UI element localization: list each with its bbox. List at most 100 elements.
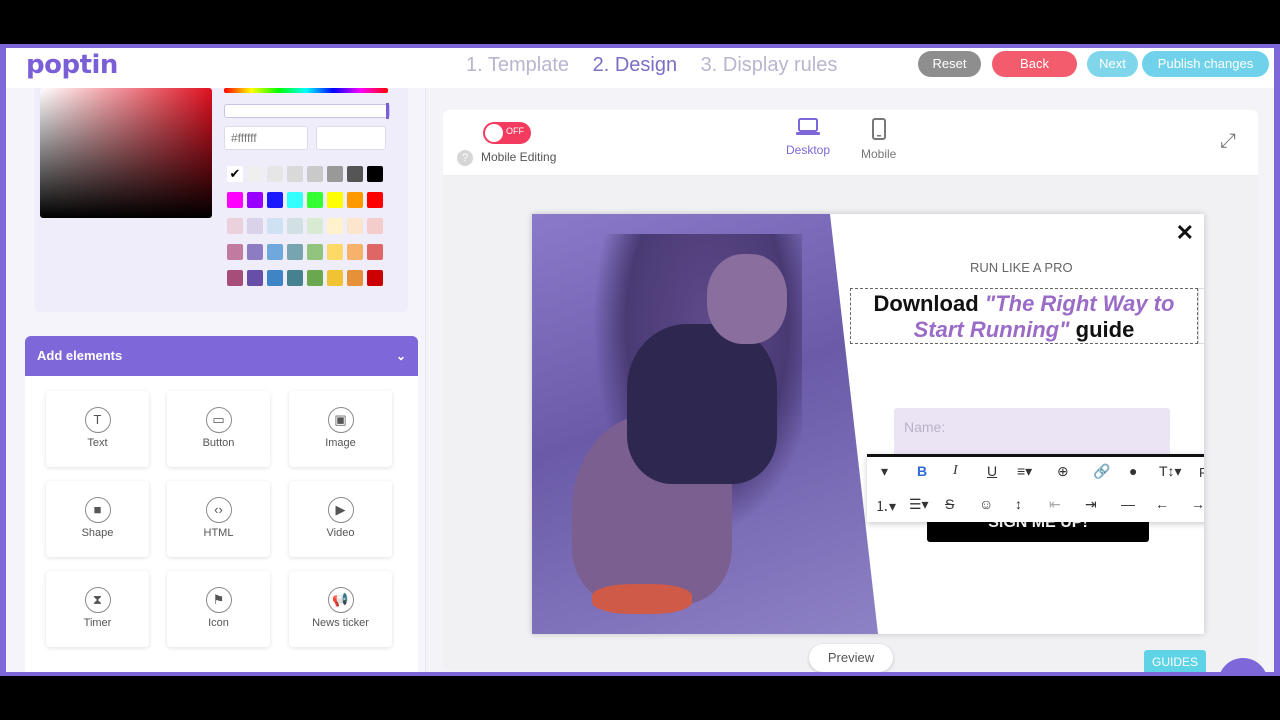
color-swatch[interactable] bbox=[347, 244, 363, 260]
publish-changes-button[interactable]: Publish changes bbox=[1142, 51, 1269, 77]
mobile-view-button[interactable]: Mobile bbox=[861, 118, 896, 161]
color-swatch[interactable] bbox=[367, 192, 383, 208]
line-height-icon[interactable]: ↕ bbox=[1015, 496, 1022, 512]
arrow-left-icon[interactable]: ← bbox=[1155, 496, 1169, 512]
color-swatch[interactable] bbox=[247, 244, 263, 260]
next-button[interactable]: Next bbox=[1087, 51, 1138, 77]
image-icon: ▣ bbox=[327, 407, 354, 433]
hue-slider[interactable] bbox=[224, 88, 388, 93]
color-swatch[interactable]: ✔ bbox=[227, 166, 243, 182]
indent-icon[interactable]: ⇥ bbox=[1085, 496, 1097, 513]
color-swatch[interactable] bbox=[327, 270, 343, 286]
color-swatch[interactable] bbox=[307, 166, 323, 182]
element-tile-shape[interactable]: ■ Shape bbox=[46, 481, 149, 557]
more-dropdown-icon[interactable]: ▾ bbox=[881, 463, 888, 480]
ordered-list-icon[interactable]: ⒈▾ bbox=[875, 496, 896, 516]
outdent-icon[interactable]: ⇤ bbox=[1049, 496, 1061, 513]
color-swatch[interactable] bbox=[307, 192, 323, 208]
color-swatch[interactable] bbox=[347, 192, 363, 208]
color-swatch[interactable] bbox=[227, 270, 243, 286]
add-elements-header[interactable]: Add elements ⌄ bbox=[25, 336, 418, 376]
preview-button[interactable]: Preview bbox=[809, 644, 893, 672]
color-swatch[interactable] bbox=[267, 166, 283, 182]
element-tile-image[interactable]: ▣ Image bbox=[289, 391, 392, 467]
chevron-down-icon[interactable]: ⌄ bbox=[396, 336, 406, 376]
color-swatch[interactable] bbox=[347, 166, 363, 182]
popup-headline[interactable]: Download "The Right Way to Start Running… bbox=[850, 288, 1198, 344]
color-swatch[interactable] bbox=[327, 244, 343, 260]
color-swatch[interactable] bbox=[367, 218, 383, 234]
color-swatch[interactable] bbox=[287, 218, 303, 234]
color-swatch[interactable] bbox=[287, 244, 303, 260]
color-swatch[interactable] bbox=[347, 218, 363, 234]
mobile-editing-toggle[interactable]: OFF bbox=[483, 122, 531, 144]
color-swatch[interactable] bbox=[227, 218, 243, 234]
duplicate-icon[interactable]: ❐ bbox=[1199, 289, 1204, 315]
color-swatch[interactable] bbox=[247, 218, 263, 234]
back-button[interactable]: Back bbox=[992, 51, 1077, 77]
desktop-view-button[interactable]: Desktop bbox=[786, 118, 830, 157]
bulleted-list-icon[interactable]: ☰▾ bbox=[909, 496, 929, 513]
color-swatch[interactable] bbox=[327, 218, 343, 234]
help-icon[interactable]: ? bbox=[457, 150, 473, 166]
font-family-select[interactable]: Poppins ▾ bbox=[1199, 465, 1204, 481]
hex-input[interactable]: #ffffff bbox=[224, 126, 308, 150]
element-tile-button[interactable]: ▭ Button bbox=[167, 391, 270, 467]
color-swatch[interactable] bbox=[367, 244, 383, 260]
color-swatch[interactable] bbox=[327, 166, 343, 182]
step-display-rules[interactable]: 3. Display rules bbox=[701, 54, 838, 76]
text-color-icon[interactable]: ● bbox=[1129, 463, 1137, 479]
arrow-right-icon[interactable]: → bbox=[1191, 496, 1204, 512]
color-swatch[interactable] bbox=[247, 270, 263, 286]
color-swatch[interactable] bbox=[367, 166, 383, 182]
runner-photo[interactable] bbox=[532, 214, 878, 634]
color-swatch[interactable] bbox=[227, 192, 243, 208]
color-swatch[interactable] bbox=[367, 270, 383, 286]
color-swatch[interactable] bbox=[247, 192, 263, 208]
guides-button[interactable]: GUIDES bbox=[1144, 650, 1206, 672]
element-tile-news-ticker[interactable]: 📢 News ticker bbox=[289, 571, 392, 647]
strikethrough-icon[interactable]: S bbox=[945, 496, 954, 512]
resize-icon[interactable]: ⤧ bbox=[1199, 315, 1204, 341]
saturation-area[interactable] bbox=[40, 88, 212, 218]
color-swatch[interactable] bbox=[267, 244, 283, 260]
underline-icon[interactable]: U bbox=[987, 463, 997, 479]
color-swatch[interactable] bbox=[227, 244, 243, 260]
color-swatch[interactable] bbox=[307, 270, 323, 286]
expand-icon[interactable]: ⤢ bbox=[1220, 130, 1236, 153]
color-swatch[interactable] bbox=[267, 192, 283, 208]
step-design[interactable]: 2. Design bbox=[593, 54, 678, 76]
vertical-align-icon[interactable]: ⊕ bbox=[1057, 463, 1069, 480]
element-tile-html[interactable]: ‹› HTML bbox=[167, 481, 270, 557]
color-swatch[interactable] bbox=[267, 270, 283, 286]
element-tile-video[interactable]: ▶ Video bbox=[289, 481, 392, 557]
desktop-label: Desktop bbox=[786, 143, 831, 157]
color-swatch[interactable] bbox=[267, 218, 283, 234]
element-tile-timer[interactable]: ⧗ Timer bbox=[46, 571, 149, 647]
align-icon[interactable]: ≡▾ bbox=[1017, 463, 1032, 480]
popup-subtitle[interactable]: RUN LIKE A PRO bbox=[970, 260, 1073, 275]
emoji-icon[interactable]: ☺ bbox=[979, 496, 993, 512]
font-size-icon[interactable]: T↕▾ bbox=[1159, 463, 1182, 480]
toggle-state: OFF bbox=[506, 126, 524, 136]
color-swatch[interactable] bbox=[287, 270, 303, 286]
element-tile-icon[interactable]: ⚑ Icon bbox=[167, 571, 270, 647]
color-swatch[interactable] bbox=[307, 244, 323, 260]
color-swatch[interactable] bbox=[327, 192, 343, 208]
alpha-slider[interactable] bbox=[224, 103, 390, 119]
italic-icon[interactable]: I bbox=[953, 463, 958, 479]
color-swatch[interactable] bbox=[287, 166, 303, 182]
bold-icon[interactable]: B bbox=[917, 463, 927, 479]
element-tile-text[interactable]: T Text bbox=[46, 391, 149, 467]
color-swatch[interactable] bbox=[247, 166, 263, 182]
poptin-logo[interactable]: poptin bbox=[26, 50, 118, 80]
reset-button[interactable]: Reset bbox=[918, 51, 981, 77]
step-template[interactable]: 1. Template bbox=[466, 54, 569, 76]
color-swatch[interactable] bbox=[287, 192, 303, 208]
color-swatch[interactable] bbox=[307, 218, 323, 234]
name-input[interactable]: Name: bbox=[894, 408, 1170, 446]
color-swatch[interactable] bbox=[347, 270, 363, 286]
close-icon[interactable]: ✕ bbox=[1176, 220, 1194, 246]
link-icon[interactable]: 🔗 bbox=[1093, 463, 1110, 480]
horizontal-line-icon[interactable]: — bbox=[1121, 496, 1135, 512]
